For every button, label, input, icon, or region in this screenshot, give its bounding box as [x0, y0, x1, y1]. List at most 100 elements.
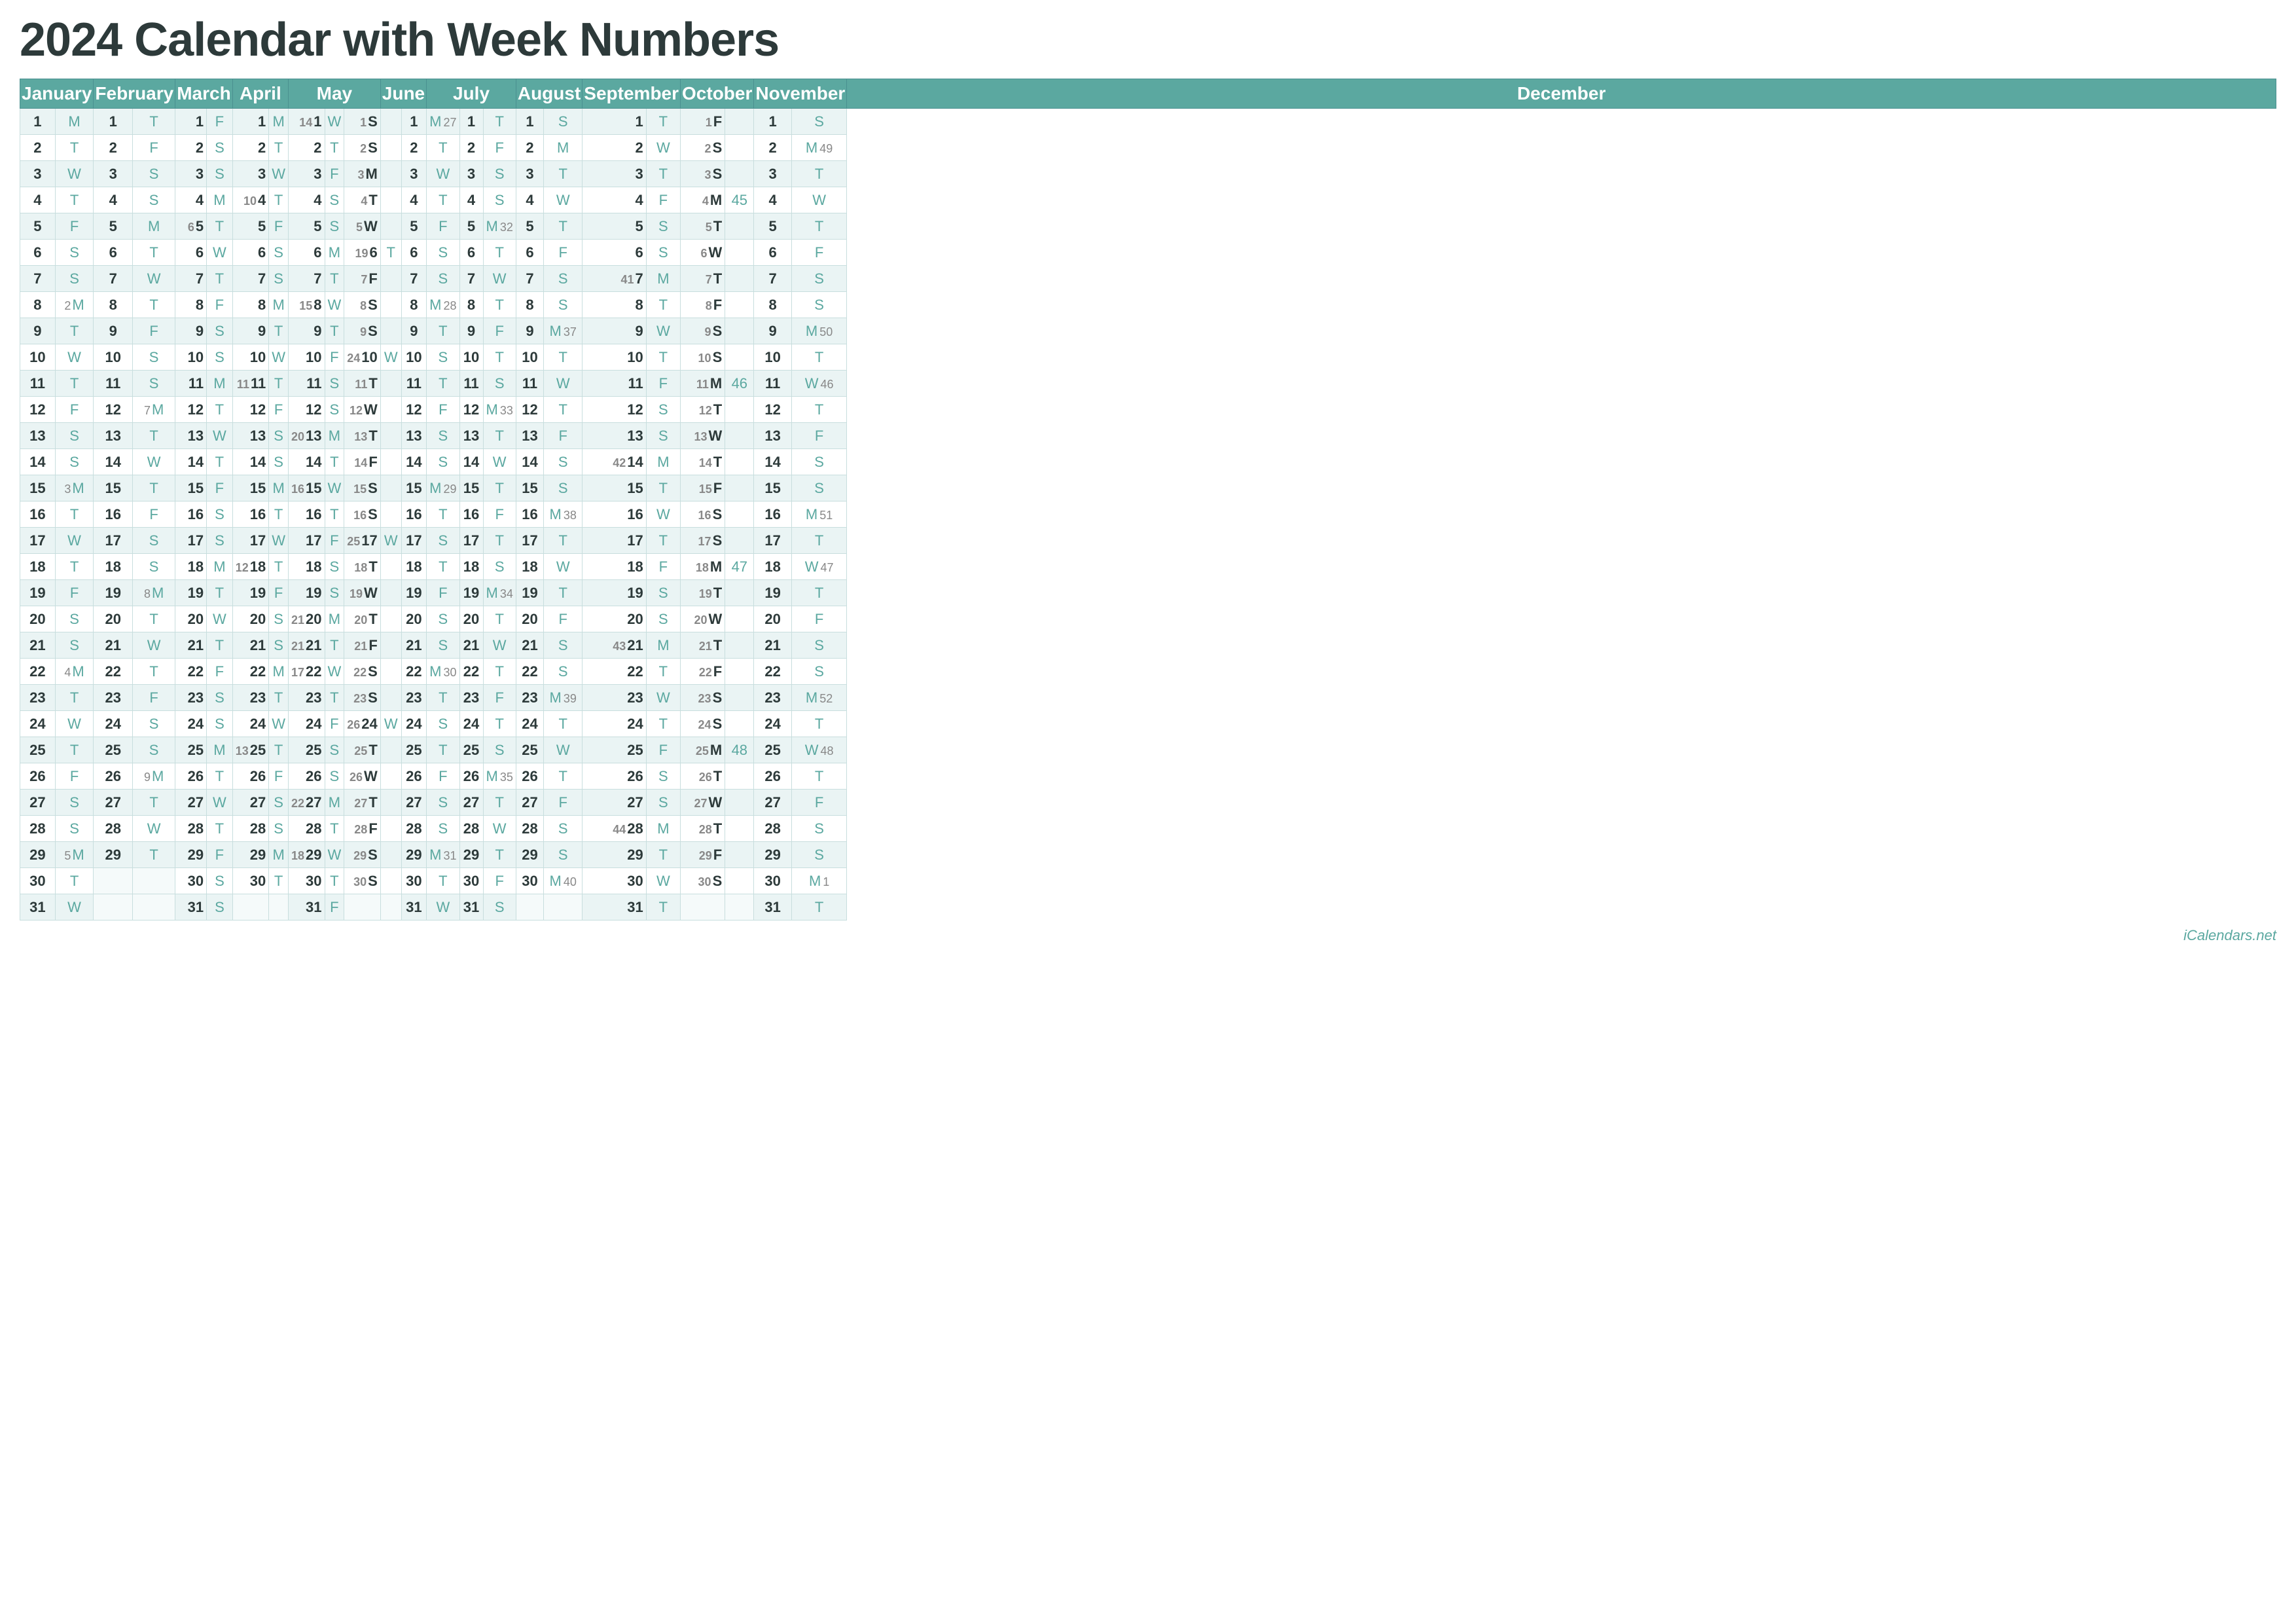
day-num-cell — [94, 894, 133, 921]
day-cell: 8 — [232, 292, 269, 318]
day-abbr-cell: S — [133, 161, 175, 187]
day-cell: 22 — [94, 659, 133, 685]
day-abbr-cell: T — [427, 371, 459, 397]
day-abbr-cell: F — [427, 580, 459, 606]
day-abbr-cell: M35 — [483, 763, 516, 790]
day-cell: 23 — [583, 685, 646, 711]
day-cell: 5 — [94, 213, 133, 240]
day-abbr-cell: S — [427, 528, 459, 554]
day-cell: 31 — [20, 894, 56, 921]
day-cell: 11T — [344, 371, 381, 397]
day-abbr-cell: M1 — [791, 868, 846, 894]
day-abbr-cell: F — [55, 397, 94, 423]
day-abbr-cell: M — [325, 423, 344, 449]
day-abbr-cell — [133, 894, 175, 921]
day-abbr-cell: T — [207, 632, 233, 659]
day-cell: 1F — [681, 109, 725, 135]
day-cell: 29S — [344, 842, 381, 868]
day-num-cell: 1 — [516, 109, 543, 135]
day-abbr-cell: T — [55, 685, 94, 711]
day-num-cell: 22 — [401, 659, 427, 685]
day-cell: 10 — [175, 344, 207, 371]
day-num-cell: 31 — [401, 894, 427, 921]
day-abbr-cell: S — [269, 240, 289, 266]
day-abbr-cell: T — [325, 501, 344, 528]
day-cell: 15 — [232, 475, 269, 501]
day-abbr-cell: M — [55, 109, 94, 135]
day-num-cell — [681, 894, 725, 921]
day-abbr-cell: S — [544, 292, 583, 318]
day-abbr-cell: F — [133, 501, 175, 528]
day-abbr-cell — [725, 135, 754, 161]
day-cell: 4M — [681, 187, 725, 213]
day-abbr-cell: S — [544, 816, 583, 842]
day-cell: 20 — [232, 606, 269, 632]
day-abbr-cell — [725, 109, 754, 135]
day-cell: 6 — [288, 240, 325, 266]
day-num-cell: 6 — [459, 240, 483, 266]
day-cell: 23 — [175, 685, 207, 711]
day-abbr-cell: T — [325, 868, 344, 894]
day-cell: 22S — [344, 659, 381, 685]
day-abbr-cell: T — [483, 842, 516, 868]
day-abbr-cell: S — [791, 292, 846, 318]
table-row: 10W10S10S10W10F2410W10S10T10T10T10S10T — [20, 344, 2276, 371]
day-abbr-cell: S — [483, 371, 516, 397]
day-num-cell: 3 — [754, 161, 792, 187]
day-num-cell: 4 — [459, 187, 483, 213]
day-abbr-cell: F — [207, 475, 233, 501]
day-cell: 16 — [288, 501, 325, 528]
day-abbr-cell: F — [325, 711, 344, 737]
day-abbr-cell: S — [427, 711, 459, 737]
day-abbr-cell: T — [427, 318, 459, 344]
day-abbr-cell — [380, 135, 401, 161]
day-cell: 13 — [20, 423, 56, 449]
day-abbr-cell: S — [544, 449, 583, 475]
day-abbr-cell: T — [269, 554, 289, 580]
day-cell: 20T — [344, 606, 381, 632]
day-num-cell: 26 — [516, 763, 543, 790]
table-row: 14S14W14T14S14T14F14S14W14S4214M14T14S — [20, 449, 2276, 475]
day-abbr-cell: S — [133, 371, 175, 397]
day-abbr-cell: T — [427, 868, 459, 894]
day-cell: 16 — [94, 501, 133, 528]
day-cell: 2517 — [344, 528, 381, 554]
day-cell: 19 — [94, 580, 133, 606]
day-cell: 21 — [20, 632, 56, 659]
day-num-cell: 30 — [459, 868, 483, 894]
day-abbr-cell: M — [646, 449, 680, 475]
day-num-cell: 31 — [459, 894, 483, 921]
day-abbr-cell: S — [133, 554, 175, 580]
day-abbr-cell: T — [55, 371, 94, 397]
day-abbr-cell: S — [133, 711, 175, 737]
calendar-body: 1M1T1F1M141W1S1M271T1S1T1F1S2T2F2S2T2T2S… — [20, 109, 2276, 921]
day-abbr-cell — [380, 109, 401, 135]
day-cell: 3S — [681, 161, 725, 187]
page-title: 2024 Calendar with Week Numbers — [20, 13, 2276, 67]
day-abbr-cell — [380, 554, 401, 580]
day-abbr-cell: M — [325, 606, 344, 632]
day-abbr-cell: F — [133, 685, 175, 711]
day-abbr-cell: F — [483, 135, 516, 161]
day-abbr-cell: W — [427, 894, 459, 921]
day-abbr-cell: W — [55, 894, 94, 921]
day-abbr-cell: S — [269, 606, 289, 632]
day-cell: 28 — [20, 816, 56, 842]
day-abbr-cell: W — [325, 109, 344, 135]
table-row: 9T9F9S9T9T9S9T9F9M379W9S9M50 — [20, 318, 2276, 344]
table-row: 30T30S30T30T30S30T30F30M4030W30S30M1 — [20, 868, 2276, 894]
day-abbr-cell: S — [646, 580, 680, 606]
day-cell: 23 — [232, 685, 269, 711]
table-row: 18T18S18M1218T18S18T18T18S18W18F18M4718W… — [20, 554, 2276, 580]
day-abbr-cell: T — [483, 528, 516, 554]
day-abbr-cell — [725, 528, 754, 554]
day-num-cell: 2 — [459, 135, 483, 161]
day-abbr-cell: W — [544, 187, 583, 213]
day-num-cell: 23 — [516, 685, 543, 711]
day-abbr-cell: T — [380, 240, 401, 266]
day-abbr-cell: S — [646, 240, 680, 266]
day-cell: 158 — [288, 292, 325, 318]
table-row: 26F269M26T26F26S26W26F26M3526T26S26T26T — [20, 763, 2276, 790]
day-cell: 1829 — [288, 842, 325, 868]
day-cell: 65 — [175, 213, 207, 240]
